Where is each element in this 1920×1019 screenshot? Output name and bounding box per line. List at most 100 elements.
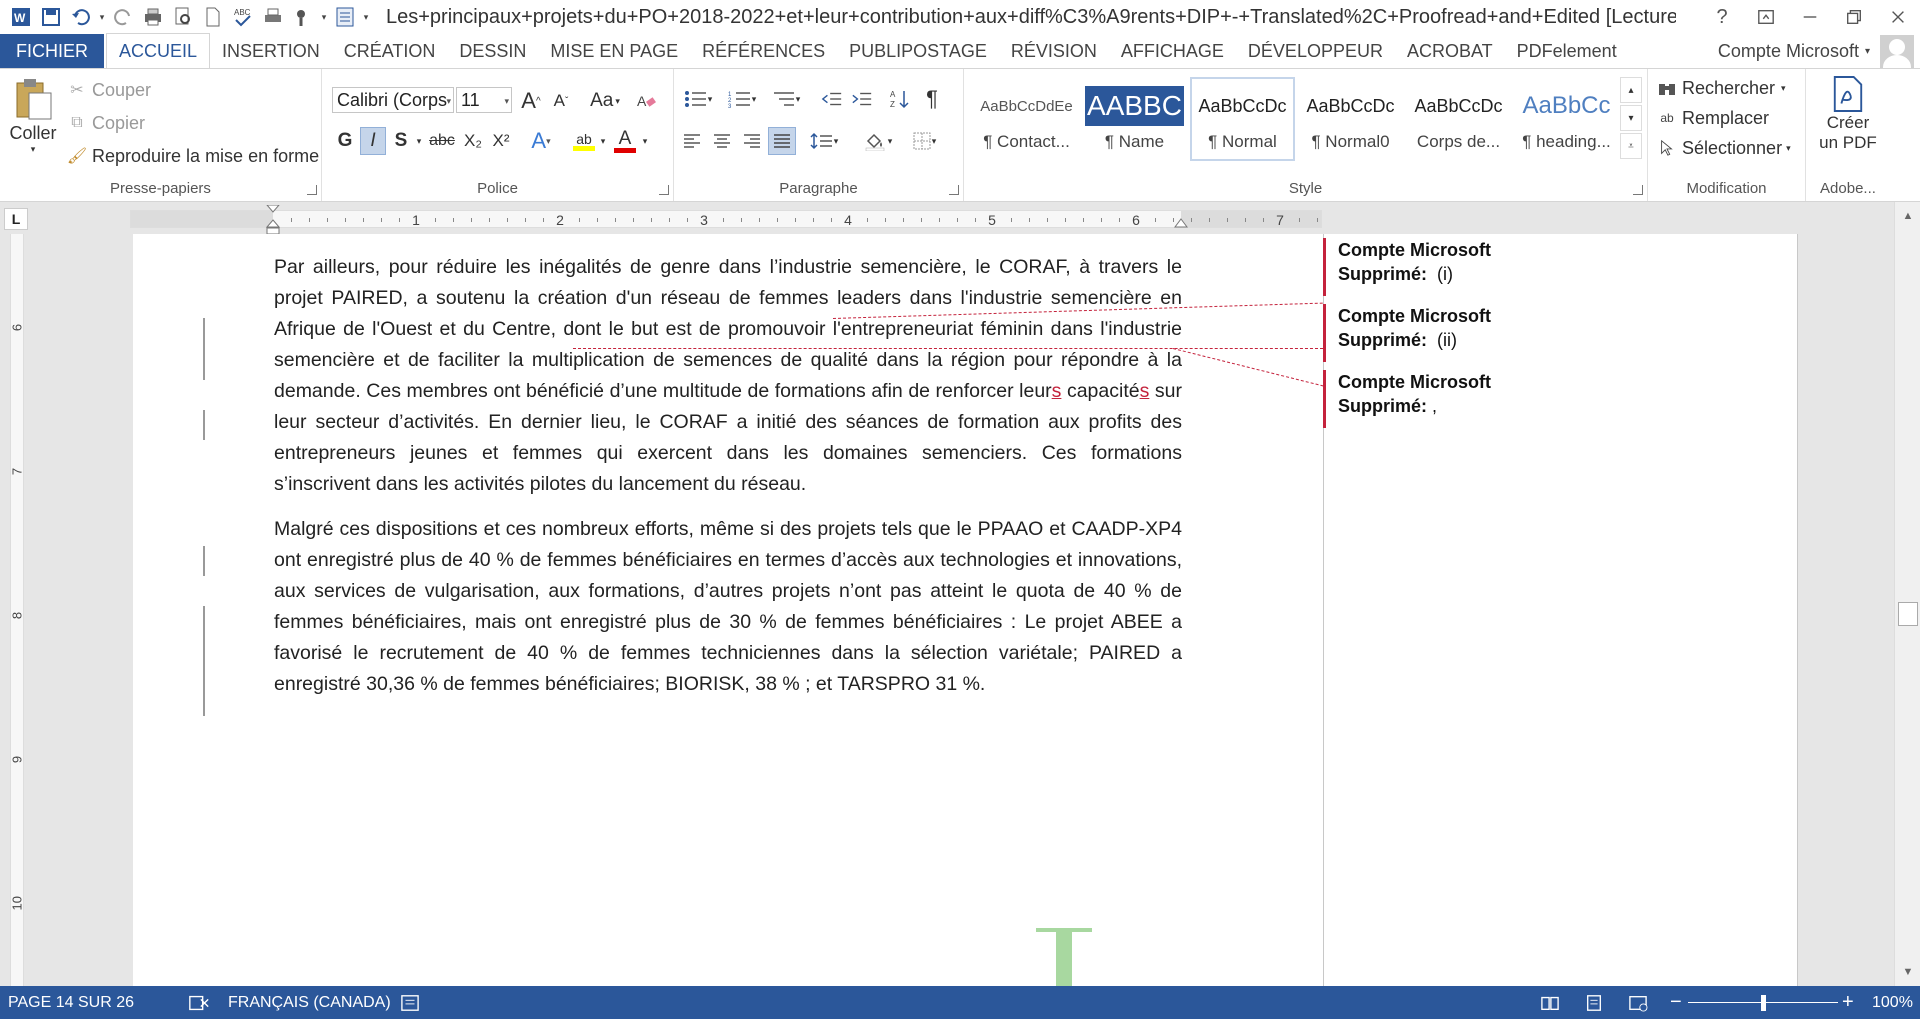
bold-button[interactable]: G [332,127,358,155]
find-button[interactable]: Rechercher ▾ [1656,77,1786,99]
numbering-button[interactable]: 123 ▾ [722,85,762,113]
increase-indent-button[interactable] [848,85,876,113]
tab-creation[interactable]: CRÉATION [332,34,448,68]
align-center-button[interactable] [708,127,736,155]
tab-mise-en-page[interactable]: MISE EN PAGE [538,34,690,68]
revision-balloon[interactable]: Compte Microsoft Supprimé: (i) [1323,238,1623,296]
styles-scroll-down-icon[interactable]: ▾ [1620,105,1642,131]
align-right-button[interactable] [738,127,766,155]
account-menu[interactable]: Compte Microsoft ▾ [1718,34,1870,68]
clipboard-launcher-icon[interactable] [307,185,317,195]
zoom-in-button[interactable]: + [1842,986,1854,1019]
underline-dropdown-icon[interactable]: ▾ [414,127,424,155]
tab-affichage[interactable]: AFFICHAGE [1109,34,1236,68]
paragraph-2[interactable]: Malgré ces dispositions et ces nombreux … [274,514,1182,700]
tab-revision[interactable]: RÉVISION [999,34,1109,68]
scroll-up-icon[interactable]: ▲ [1895,204,1920,228]
style-body[interactable]: AaBbCcDc Corps de... [1406,77,1511,161]
style-heading[interactable]: AaBbCc ¶ heading... [1514,77,1619,161]
macro-record-icon[interactable] [400,986,420,1019]
style-normal[interactable]: AaBbCcDc ¶ Normal [1190,77,1295,161]
grow-font-button[interactable]: A ^ [518,87,544,115]
zoom-level[interactable]: 100% [1872,986,1913,1019]
zoom-slider-thumb[interactable] [1761,995,1766,1011]
undo-icon[interactable] [66,2,96,32]
save-icon[interactable] [36,2,66,32]
spelling-icon[interactable]: ABC [228,2,258,32]
shading-button[interactable]: ▾ [858,127,898,155]
document-page[interactable]: Par ailleurs, pour réduire les inégalité… [133,234,1797,986]
page-indicator[interactable]: PAGE 14 SUR 26 [8,986,134,1019]
help-icon[interactable]: ? [1700,0,1744,34]
justify-button[interactable] [768,127,796,155]
copy-button[interactable]: ⧉ Copier [66,112,145,134]
vertical-ruler[interactable]: 6 7 8 9 10 [0,234,32,986]
print-icon[interactable] [138,2,168,32]
cut-button[interactable]: ✂ Couper [66,79,151,101]
ribbon-display-options-icon[interactable] [1744,0,1788,34]
font-launcher-icon[interactable] [659,185,669,195]
superscript-button[interactable]: X² [488,127,514,155]
font-color-button[interactable]: A [610,127,640,155]
customize-qat-icon[interactable]: ▾ [360,2,372,32]
tab-accueil[interactable]: ACCUEIL [106,33,211,68]
touch-mode-dropdown-icon[interactable]: ▾ [318,2,330,32]
tab-pdfelement[interactable]: PDFelement [1505,34,1629,68]
font-color-dropdown-icon[interactable]: ▾ [640,127,650,155]
tab-publipostage[interactable]: PUBLIPOSTAGE [837,34,999,68]
highlight-dropdown-icon[interactable]: ▾ [598,127,608,155]
minimize-icon[interactable] [1788,0,1832,34]
clear-format-button[interactable]: A [632,87,662,115]
avatar[interactable] [1880,35,1914,69]
borders-button[interactable]: ▾ [904,127,944,155]
new-document-icon[interactable] [198,2,228,32]
read-mode-icon[interactable] [1540,986,1560,1019]
print-layout-icon[interactable] [1584,986,1604,1019]
text-effects-button[interactable]: A ▾ [524,127,558,155]
print-preview-icon[interactable] [168,2,198,32]
subscript-button[interactable]: X₂ [460,127,486,155]
replace-button[interactable]: ab Remplacer [1656,107,1769,129]
redo-icon[interactable] [108,2,138,32]
ruler-strip[interactable]: 1 2 3 4 5 6 7 [130,205,1322,235]
styles-scroll-up-icon[interactable]: ▴ [1620,77,1642,103]
underline-button[interactable]: S [388,127,414,155]
tab-developpeur[interactable]: DÉVELOPPEUR [1236,34,1395,68]
tab-selector-icon[interactable]: L [4,208,28,230]
quick-print-icon[interactable] [258,2,288,32]
touch-mode-icon[interactable] [288,2,318,32]
font-name-combo[interactable]: Calibri (Corps ▾ [332,87,454,113]
zoom-out-button[interactable]: − [1670,986,1682,1019]
format-painter-button[interactable]: 🖌 Reproduire la mise en forme [66,145,319,167]
tab-acrobat[interactable]: ACROBAT [1395,34,1505,68]
proofing-icon[interactable] [188,986,210,1019]
sort-button[interactable]: AZ [886,85,914,113]
paragraph-1[interactable]: Par ailleurs, pour réduire les inégalité… [274,252,1182,500]
multilevel-list-button[interactable]: ▾ [766,85,806,113]
vertical-scrollbar[interactable]: ▲ ▼ [1894,202,1920,986]
strikethrough-button[interactable]: abc [426,127,458,155]
tab-dessin[interactable]: DESSIN [447,34,538,68]
view-page-icon[interactable] [330,2,360,32]
create-pdf-button[interactable]: Créer un PDF [1810,75,1886,153]
horizontal-ruler[interactable]: L 1 2 3 4 5 6 7 [0,202,1920,235]
close-icon[interactable] [1876,0,1920,34]
tab-references[interactable]: RÉFÉRENCES [690,34,837,68]
word-app-icon[interactable]: W [6,2,36,32]
align-left-button[interactable] [678,127,706,155]
shrink-font-button[interactable]: Aˇ [548,87,574,115]
tab-fichier[interactable]: FICHIER [0,34,104,68]
scroll-down-icon[interactable]: ▼ [1895,960,1920,984]
select-button[interactable]: Sélectionner ▾ [1656,137,1791,159]
font-size-combo[interactable]: 11 ▾ [456,87,512,113]
tab-insertion[interactable]: INSERTION [210,34,332,68]
decrease-indent-button[interactable] [818,85,846,113]
revision-balloon[interactable]: Compte Microsoft Supprimé: (ii) [1323,304,1623,362]
italic-button[interactable]: I [360,127,386,155]
indent-marker-icon[interactable] [266,205,280,235]
undo-dropdown-icon[interactable]: ▾ [96,2,108,32]
show-formatting-button[interactable]: ¶ [918,85,946,113]
right-indent-marker-icon[interactable] [1174,217,1188,231]
change-case-button[interactable]: Aa ▾ [584,87,626,115]
language-indicator[interactable]: FRANÇAIS (CANADA) [228,986,391,1019]
